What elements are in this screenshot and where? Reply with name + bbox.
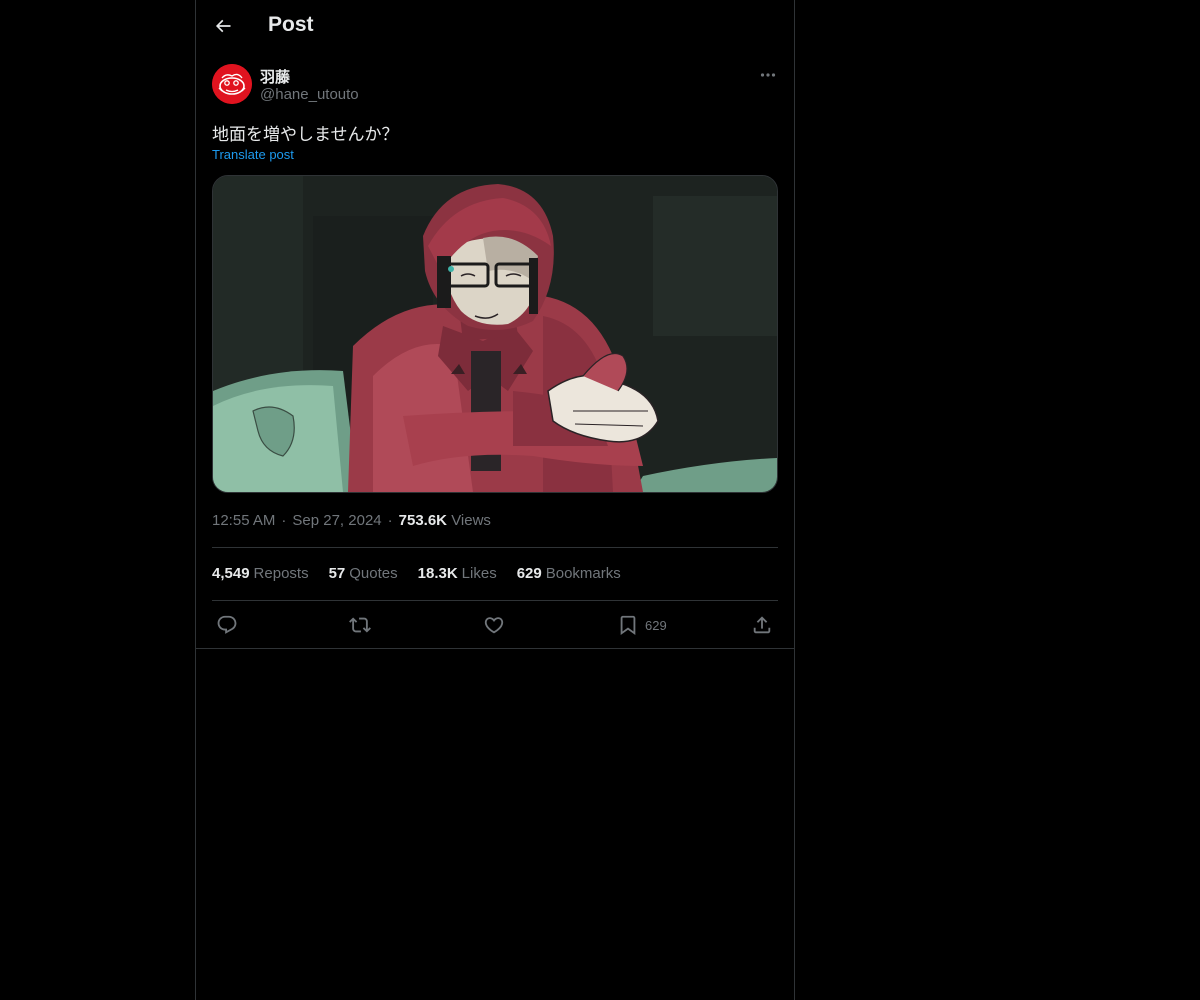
post-text: 地面を増やしませんか？: [212, 125, 399, 144]
share-icon: [753, 616, 771, 634]
avatar[interactable]: [212, 64, 252, 104]
heart-icon: [484, 617, 504, 634]
post-date[interactable]: Sep 27, 2024: [292, 512, 381, 529]
repost-button[interactable]: [349, 613, 371, 637]
bookmark-button[interactable]: 629: [617, 613, 667, 637]
avatar-image: [212, 64, 252, 104]
divider: [212, 600, 778, 601]
stat-likes[interactable]: 18.3K Likes: [418, 565, 497, 582]
like-button[interactable]: [483, 613, 505, 637]
back-button[interactable]: [206, 9, 240, 43]
page-title: Post: [268, 13, 314, 36]
views-count: 753.6K: [398, 512, 448, 529]
views-label: Views: [451, 512, 491, 529]
more-options-button[interactable]: [758, 66, 778, 84]
stat-quotes[interactable]: 57 Quotes: [329, 565, 398, 582]
illustration-image: [213, 176, 777, 492]
post-stats: 4,549 Reposts 57 Quotes 18.3K Likes 629 Book…: [212, 565, 641, 582]
primary-column: Post 羽藤 @hane_utouto 地面を増やしませんか？ Transla…: [195, 0, 795, 1000]
post-time[interactable]: 12:55 AM: [212, 512, 275, 529]
author-display-name[interactable]: 羽藤: [260, 66, 290, 87]
repost-icon: [349, 617, 371, 633]
divider: [212, 547, 778, 548]
stat-reposts[interactable]: 4,549 Reposts: [212, 565, 309, 582]
post-metadata: 12:55 AM · Sep 27, 2024 · 753.6K Views: [212, 512, 491, 529]
translate-post-link[interactable]: Translate post: [212, 147, 294, 162]
bookmark-count: 629: [645, 617, 667, 633]
stat-bookmarks[interactable]: 629 Bookmarks: [517, 565, 621, 582]
bookmark-icon: [620, 615, 636, 636]
meta-separator: ·: [281, 512, 287, 529]
post-media-image[interactable]: [212, 175, 778, 493]
post-bottom-border: [196, 648, 794, 649]
reply-icon: [217, 615, 237, 634]
page-header: Post: [196, 0, 794, 53]
more-horizontal-icon: [760, 73, 776, 77]
meta-separator: ·: [387, 512, 393, 529]
reply-button[interactable]: [216, 613, 238, 637]
arrow-left-icon: [215, 19, 231, 33]
post-actions-bar: 629: [212, 613, 778, 637]
author-handle[interactable]: @hane_utouto: [260, 86, 359, 103]
share-button[interactable]: [751, 613, 773, 637]
